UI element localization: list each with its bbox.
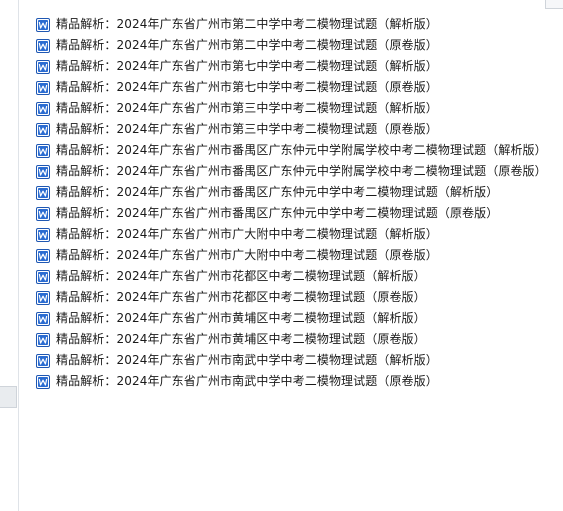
word-doc-icon — [36, 227, 50, 242]
file-name: 精品解析：2024年广东省广州市广大附中中考二模物理试题（原卷版） — [56, 248, 438, 262]
file-name: 精品解析：2024年广东省广州市第三中学中考二模物理试题（原卷版） — [56, 122, 438, 136]
file-item[interactable]: 精品解析：2024年广东省广州市第二中学中考二模物理试题（解析版） — [36, 14, 547, 35]
window-corner-control[interactable] — [545, 0, 563, 9]
file-item[interactable]: 精品解析：2024年广东省广州市第三中学中考二模物理试题（原卷版） — [36, 119, 547, 140]
file-name: 精品解析：2024年广东省广州市第二中学中考二模物理试题（原卷版） — [56, 38, 438, 52]
file-name: 精品解析：2024年广东省广州市第二中学中考二模物理试题（解析版） — [56, 17, 438, 31]
word-doc-icon — [36, 311, 50, 326]
file-item[interactable]: 精品解析：2024年广东省广州市第七中学中考二模物理试题（原卷版） — [36, 77, 547, 98]
file-name: 精品解析：2024年广东省广州市番禺区广东仲元中学附属学校中考二模物理试题（解析… — [56, 143, 547, 157]
file-item[interactable]: 精品解析：2024年广东省广州市花都区中考二模物理试题（原卷版） — [36, 287, 547, 308]
file-item[interactable]: 精品解析：2024年广东省广州市广大附中中考二模物理试题（解析版） — [36, 224, 547, 245]
file-item[interactable]: 精品解析：2024年广东省广州市番禺区广东仲元中学附属学校中考二模物理试题（原卷… — [36, 161, 547, 182]
file-item[interactable]: 精品解析：2024年广东省广州市黄埔区中考二模物理试题（解析版） — [36, 308, 547, 329]
file-name: 精品解析：2024年广东省广州市花都区中考二模物理试题（原卷版） — [56, 290, 426, 304]
file-list: 精品解析：2024年广东省广州市第二中学中考二模物理试题（解析版） 精品解析：2… — [36, 14, 547, 392]
word-doc-icon — [36, 248, 50, 263]
word-doc-icon — [36, 38, 50, 53]
file-item[interactable]: 精品解析：2024年广东省广州市番禺区广东仲元中学附属学校中考二模物理试题（解析… — [36, 140, 547, 161]
navigation-pane-scrollbar[interactable] — [0, 386, 17, 408]
file-name: 精品解析：2024年广东省广州市第三中学中考二模物理试题（解析版） — [56, 101, 438, 115]
word-doc-icon — [36, 269, 50, 284]
word-doc-icon — [36, 332, 50, 347]
file-name: 精品解析：2024年广东省广州市南武中学中考二模物理试题（原卷版） — [56, 374, 438, 388]
navigation-pane — [0, 0, 19, 511]
file-name: 精品解析：2024年广东省广州市广大附中中考二模物理试题（解析版） — [56, 227, 438, 241]
file-name: 精品解析：2024年广东省广州市番禺区广东仲元中学中考二模物理试题（原卷版） — [56, 206, 499, 220]
word-doc-icon — [36, 122, 50, 137]
word-doc-icon — [36, 206, 50, 221]
word-doc-icon — [36, 80, 50, 95]
file-name: 精品解析：2024年广东省广州市番禺区广东仲元中学中考二模物理试题（解析版） — [56, 185, 499, 199]
word-doc-icon — [36, 353, 50, 368]
word-doc-icon — [36, 164, 50, 179]
file-name: 精品解析：2024年广东省广州市第七中学中考二模物理试题（解析版） — [56, 59, 438, 73]
file-name: 精品解析：2024年广东省广州市南武中学中考二模物理试题（解析版） — [56, 353, 438, 367]
file-item[interactable]: 精品解析：2024年广东省广州市第三中学中考二模物理试题（解析版） — [36, 98, 547, 119]
word-doc-icon — [36, 143, 50, 158]
word-doc-icon — [36, 101, 50, 116]
file-item[interactable]: 精品解析：2024年广东省广州市第二中学中考二模物理试题（原卷版） — [36, 35, 547, 56]
word-doc-icon — [36, 185, 50, 200]
file-item[interactable]: 精品解析：2024年广东省广州市南武中学中考二模物理试题（原卷版） — [36, 371, 547, 392]
file-item[interactable]: 精品解析：2024年广东省广州市番禺区广东仲元中学中考二模物理试题（原卷版） — [36, 203, 547, 224]
word-doc-icon — [36, 59, 50, 74]
file-item[interactable]: 精品解析：2024年广东省广州市花都区中考二模物理试题（解析版） — [36, 266, 547, 287]
file-name: 精品解析：2024年广东省广州市花都区中考二模物理试题（解析版） — [56, 269, 426, 283]
file-item[interactable]: 精品解析：2024年广东省广州市第七中学中考二模物理试题（解析版） — [36, 56, 547, 77]
word-doc-icon — [36, 17, 50, 32]
file-name: 精品解析：2024年广东省广州市番禺区广东仲元中学附属学校中考二模物理试题（原卷… — [56, 164, 547, 178]
word-doc-icon — [36, 290, 50, 305]
file-item[interactable]: 精品解析：2024年广东省广州市广大附中中考二模物理试题（原卷版） — [36, 245, 547, 266]
file-name: 精品解析：2024年广东省广州市黄埔区中考二模物理试题（原卷版） — [56, 332, 426, 346]
file-item[interactable]: 精品解析：2024年广东省广州市南武中学中考二模物理试题（解析版） — [36, 350, 547, 371]
file-item[interactable]: 精品解析：2024年广东省广州市黄埔区中考二模物理试题（原卷版） — [36, 329, 547, 350]
file-item[interactable]: 精品解析：2024年广东省广州市番禺区广东仲元中学中考二模物理试题（解析版） — [36, 182, 547, 203]
file-name: 精品解析：2024年广东省广州市第七中学中考二模物理试题（原卷版） — [56, 80, 438, 94]
file-name: 精品解析：2024年广东省广州市黄埔区中考二模物理试题（解析版） — [56, 311, 426, 325]
word-doc-icon — [36, 374, 50, 389]
